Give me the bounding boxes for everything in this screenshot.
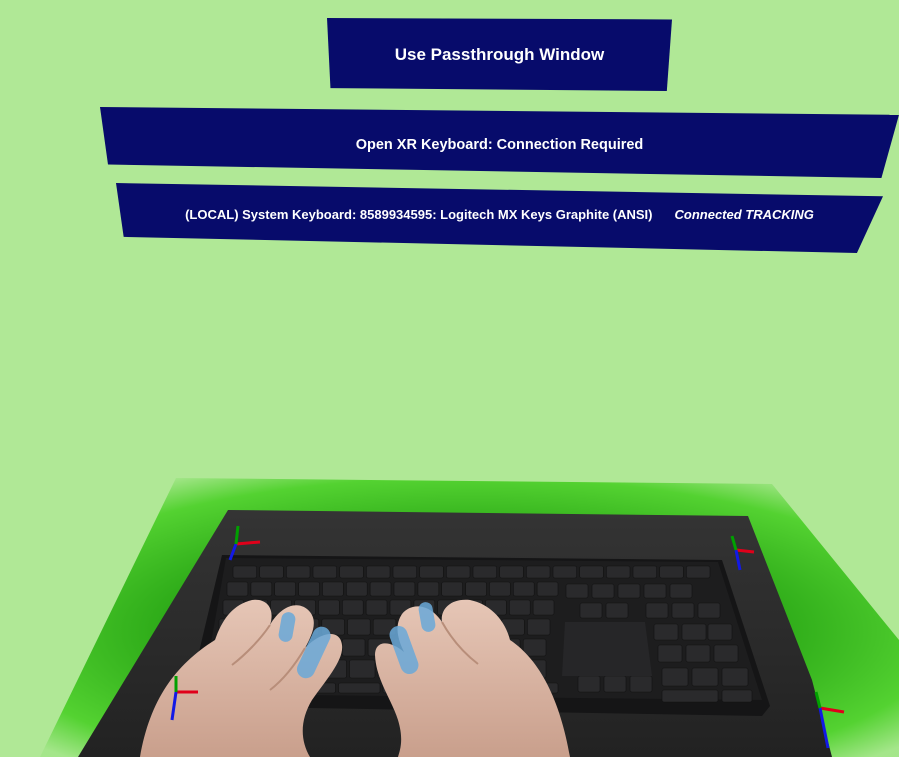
- keyboard-key: [508, 599, 531, 616]
- keyboard-key: [419, 565, 444, 579]
- keyboard-key: [661, 667, 689, 687]
- keyboard-key: [417, 581, 440, 597]
- keyboard-key: [347, 618, 371, 636]
- keyboard-key: [685, 565, 711, 579]
- keyboard-key: [579, 565, 604, 579]
- keyboard-key: [591, 583, 615, 599]
- keyboard-key: [345, 581, 368, 597]
- keyboard-key: [298, 581, 320, 597]
- keyboard-key: [685, 644, 711, 663]
- keyboard-key: [445, 565, 471, 579]
- keyboard-key: [707, 623, 733, 641]
- keyboard-key: [697, 602, 721, 619]
- keyboard-key: [250, 581, 273, 597]
- keyboard-key: [713, 644, 739, 663]
- keyboard-key: [393, 581, 416, 597]
- keyboard-key: [338, 682, 381, 694]
- keyboard-key: [632, 565, 658, 579]
- keyboard-key: [274, 581, 296, 597]
- keyboard-key: [499, 565, 524, 579]
- keyboard-key: [629, 675, 653, 693]
- keyboard-key: [226, 581, 249, 597]
- keyboard-key: [365, 565, 391, 579]
- keyboard-key: [322, 581, 344, 597]
- keyboard-key: [392, 565, 418, 579]
- keyboard-key: [659, 565, 684, 579]
- keyboard-key: [526, 618, 551, 636]
- keyboard-key: [661, 689, 719, 703]
- keyboard-key: [369, 581, 392, 597]
- keyboard-key: [522, 638, 547, 657]
- use-passthrough-window-label: Use Passthrough Window: [394, 44, 605, 64]
- openxr-keyboard-status-text: Open XR Keyboard: Connection Required: [355, 136, 644, 153]
- keyboard-key: [318, 599, 340, 616]
- keyboard-key: [653, 623, 679, 641]
- keyboard-key: [525, 565, 551, 579]
- keyboard-key: [603, 675, 627, 693]
- keyboard-key: [657, 644, 683, 663]
- keyboard-key: [645, 602, 669, 619]
- keyboard-key: [536, 581, 559, 597]
- keyboard-key: [691, 667, 719, 687]
- keyboard-key: [617, 583, 641, 599]
- system-keyboard-device-label: (LOCAL) System Keyboard: 8589934595: Log…: [185, 206, 653, 222]
- keyboard-key: [577, 675, 601, 693]
- keyboard-key: [512, 581, 535, 597]
- keyboard-key: [579, 602, 603, 619]
- keyboard-key: [285, 565, 311, 579]
- keyboard-key: [489, 581, 511, 597]
- keyboard-key: [232, 565, 258, 579]
- keyboard-key: [669, 583, 693, 599]
- keyboard-key: [605, 602, 629, 619]
- keyboard-key: [441, 581, 463, 597]
- keyboard-key: [341, 638, 366, 657]
- keyboard-key: [472, 565, 498, 579]
- system-keyboard-status: Connected TRACKING: [674, 206, 814, 222]
- keyboard-key: [259, 565, 284, 579]
- use-passthrough-window-button[interactable]: Use Passthrough Window: [327, 18, 672, 91]
- keyboard-key: [341, 599, 364, 616]
- keyboard-key: [465, 581, 487, 597]
- keyboard-key: [552, 565, 578, 579]
- keyboard-key: [681, 623, 707, 641]
- keyboard-key: [349, 659, 376, 679]
- keyboard-key: [565, 583, 589, 599]
- keyboard-key: [532, 599, 555, 616]
- keyboard-key: [671, 602, 695, 619]
- keyboard-key: [643, 583, 667, 599]
- keyboard-key: [721, 667, 749, 687]
- keyboard-key: [312, 565, 338, 579]
- keyboard-key: [339, 565, 364, 579]
- keyboard-key: [365, 599, 388, 616]
- keyboard-key: [605, 565, 631, 579]
- keyboard-key: [721, 689, 753, 703]
